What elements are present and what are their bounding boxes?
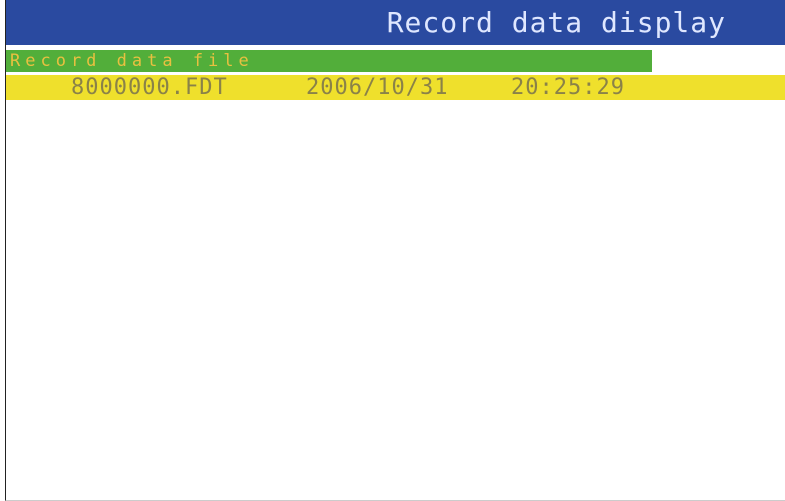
section-label: Record data file [10, 51, 254, 71]
section-header: Record data file [6, 50, 652, 72]
title-bar: Record data display [6, 0, 785, 45]
file-date: 2006/10/31 [306, 75, 449, 100]
file-list-item-selected[interactable]: 8000000.FDT 2006/10/31 20:25:29 [6, 75, 785, 100]
file-time: 20:25:29 [511, 75, 625, 100]
window-title: Record data display [386, 6, 726, 39]
file-name: 8000000.FDT [71, 75, 228, 100]
record-data-screen: Record data display Record data file 800… [5, 0, 785, 501]
